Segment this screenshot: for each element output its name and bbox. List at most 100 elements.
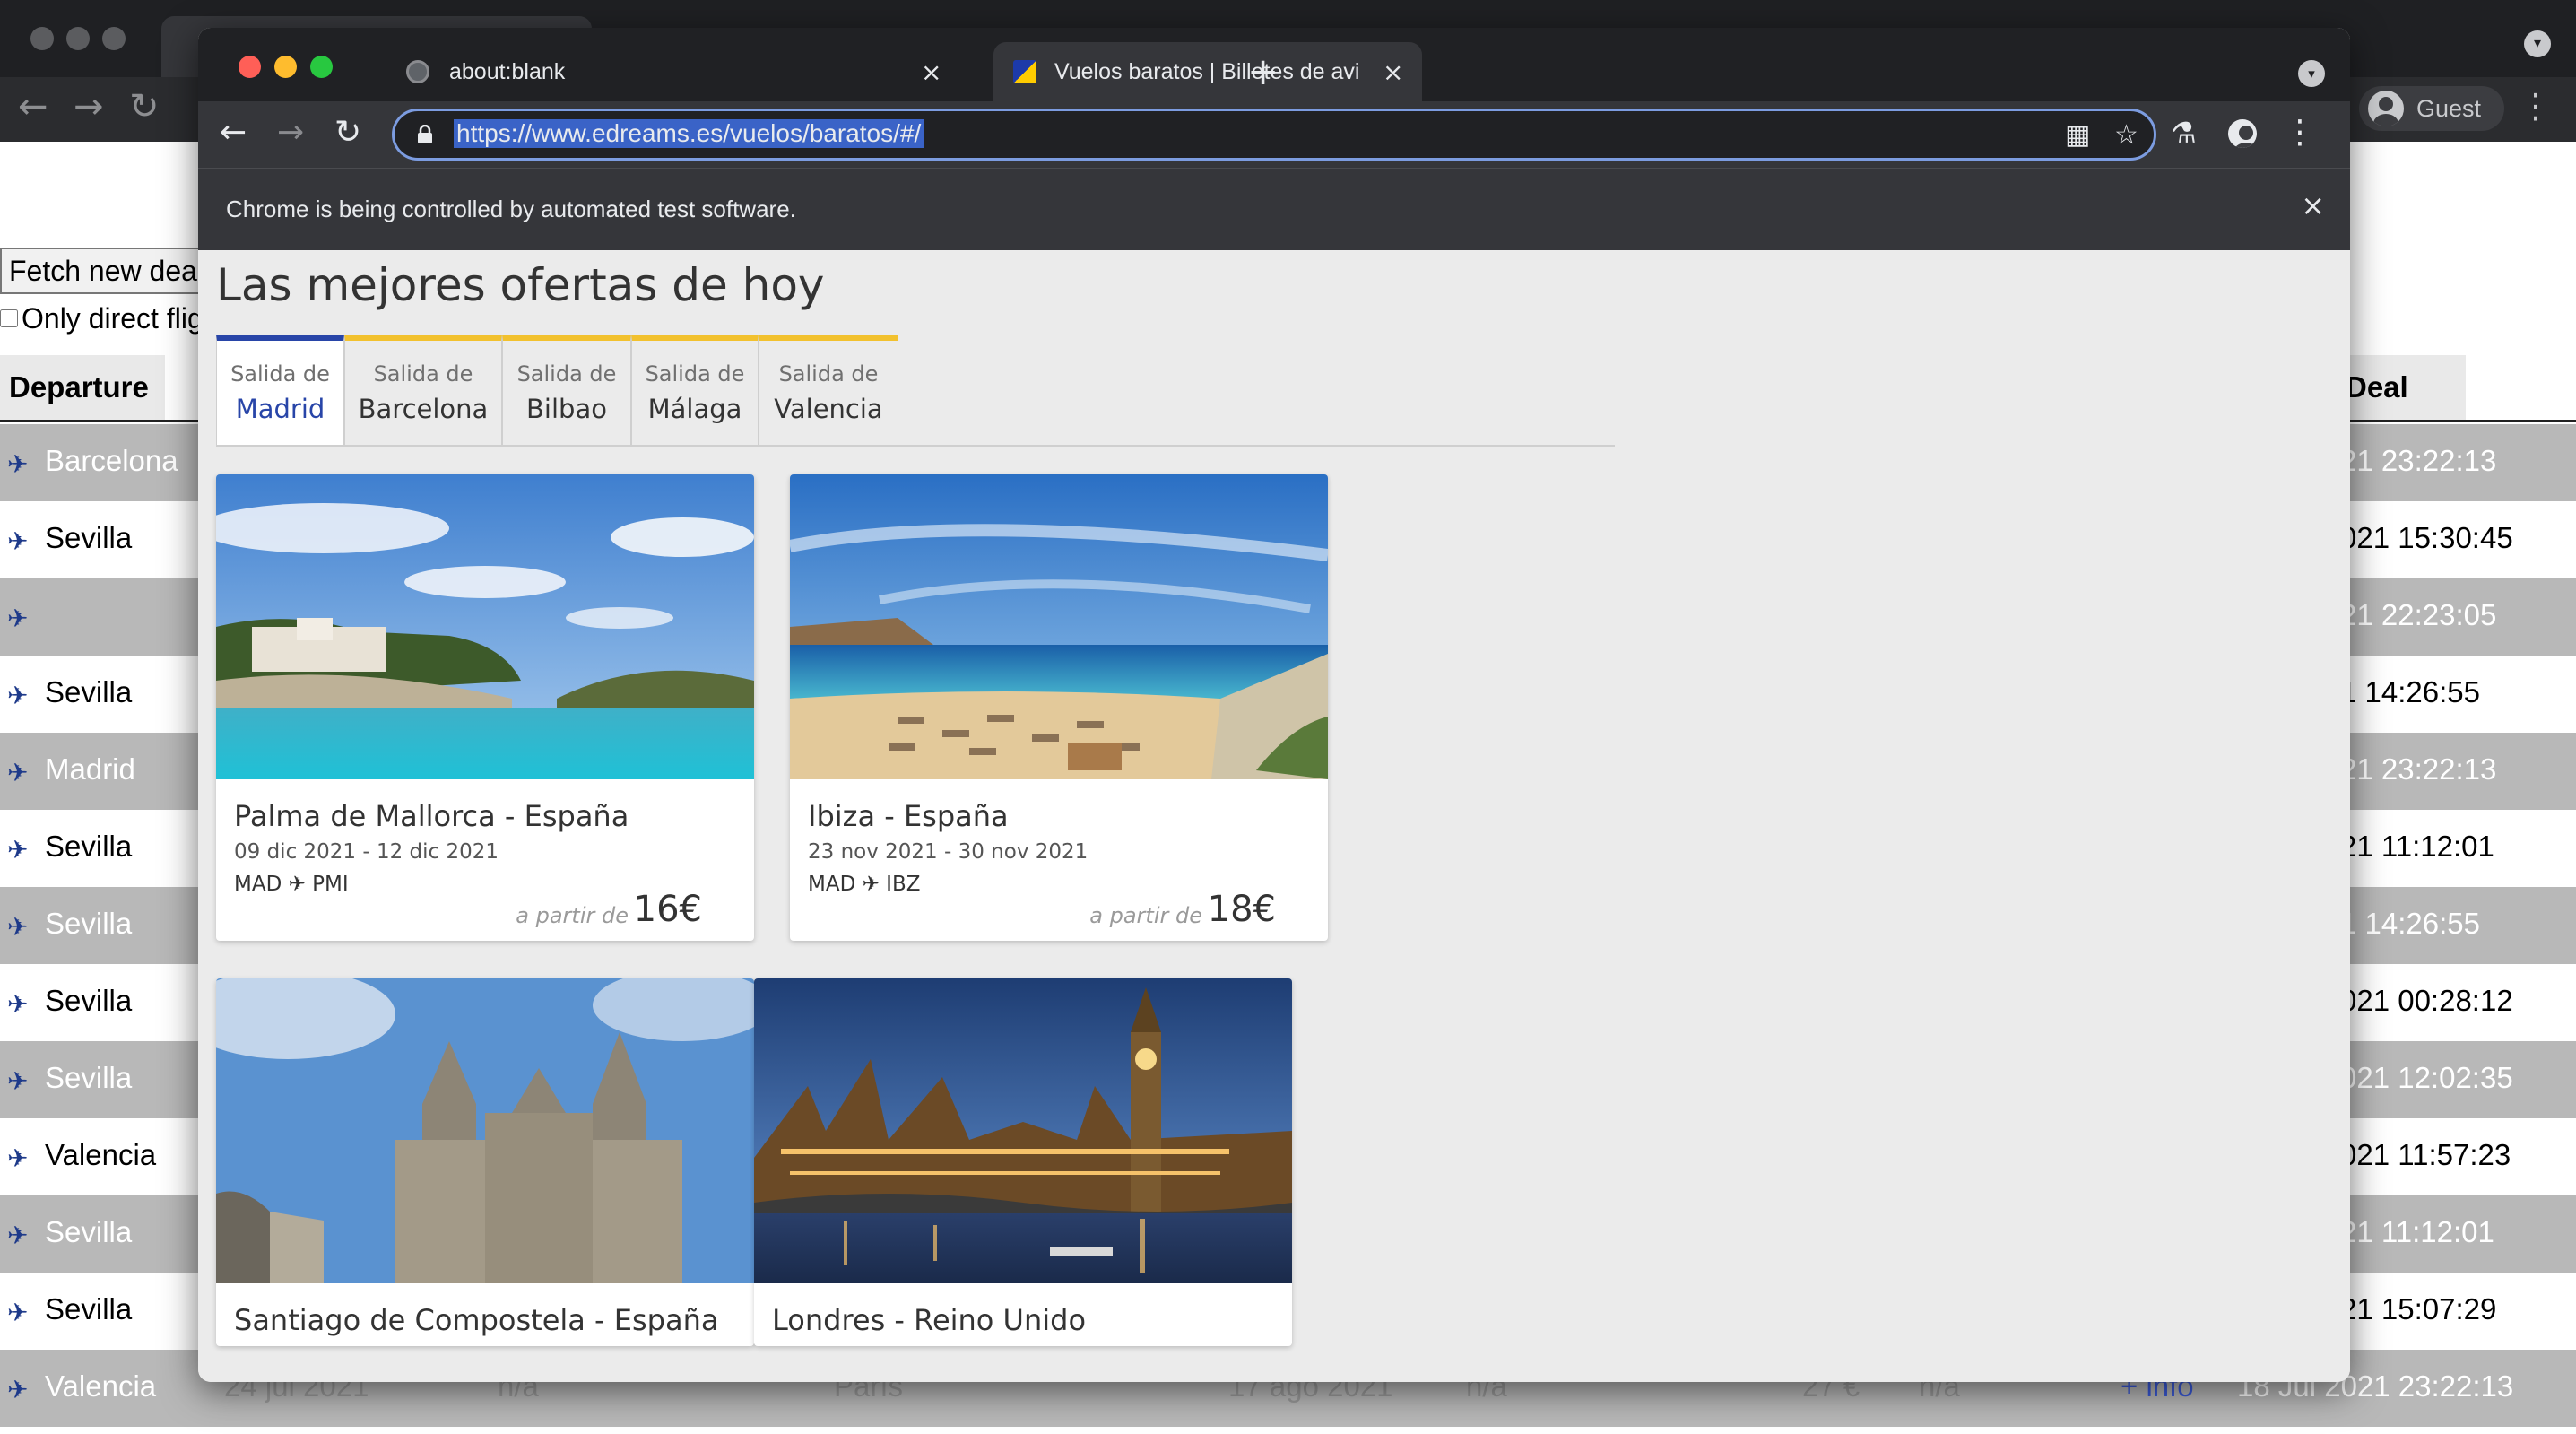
chrome-window: about:blank × Vuelos baratos | Billetes … — [198, 28, 2350, 1382]
deal-timestamp: 1 14:26:55 — [2340, 675, 2480, 708]
url-text[interactable]: https://www.edreams.es/vuelos/baratos/#/ — [454, 119, 924, 148]
browser-toolbar: ← → ↻ https://www.edreams.es/vuelos/bara… — [198, 101, 2350, 168]
deal-destination[interactable]: Palma de Mallorca - España — [234, 799, 629, 833]
zoom-window-light[interactable] — [310, 56, 333, 78]
tab-prefix: Salida de — [778, 361, 879, 387]
deal-timestamp: 021 12:02:35 — [2340, 1061, 2513, 1094]
tab-search-icon[interactable]: ▾ — [2298, 60, 2325, 87]
tab-prefix: Salida de — [373, 361, 473, 387]
menu-dots-icon[interactable]: ⋮ — [2519, 86, 2553, 126]
back-icon[interactable]: ← — [18, 86, 48, 127]
tab-valencia[interactable]: Salida de Valencia — [759, 335, 898, 446]
only-direct-flights-checkbox[interactable]: Only direct flig — [0, 298, 204, 339]
profile-icon[interactable] — [2228, 119, 2257, 148]
edreams-favicon-icon — [1013, 60, 1036, 83]
deal-route: MAD ✈ IBZ — [808, 873, 921, 896]
deal-timestamp: 21 23:22:13 — [2340, 444, 2497, 477]
departure-city: Valencia — [45, 1369, 157, 1403]
plane-icon: ✈ — [7, 1143, 29, 1173]
tab-about-blank[interactable]: about:blank × — [386, 42, 978, 101]
tab-title: Vuelos baratos | Billetes de avi — [1054, 58, 1360, 84]
tab-prefix: Salida de — [230, 361, 330, 387]
tab-prefix: Salida de — [645, 361, 745, 387]
palma-photo — [216, 474, 754, 779]
infobar-close-icon[interactable]: × — [2301, 188, 2325, 222]
tab-madrid[interactable]: Salida de Madrid — [216, 335, 344, 446]
deal-timestamp: 21 11:12:01 — [2340, 830, 2494, 863]
forward-icon[interactable]: → — [277, 114, 304, 151]
deal-dates: 23 nov 2021 - 30 nov 2021 — [808, 840, 1089, 864]
bg-close-light[interactable] — [30, 27, 54, 50]
column-header-deal[interactable]: Deal — [2340, 355, 2466, 420]
plane-icon: ✈ — [7, 526, 29, 556]
deal-price: 16€ — [633, 889, 702, 930]
tab-barcelona[interactable]: Salida de Barcelona — [344, 335, 502, 446]
chrome-menu-icon[interactable]: ⋮ — [2284, 114, 2316, 151]
qr-code-icon[interactable]: ▦ — [2065, 119, 2090, 151]
ibiza-photo — [790, 474, 1328, 779]
tab-city: Málaga — [647, 394, 742, 424]
close-window-light[interactable] — [239, 56, 261, 78]
reload-icon[interactable]: ↻ — [334, 114, 361, 151]
reload-icon[interactable]: ↻ — [129, 86, 160, 127]
tab-city: Bilbao — [526, 394, 607, 424]
tabs-divider — [216, 445, 1615, 447]
plane-icon: ✈ — [7, 1375, 29, 1404]
tab-city: Valencia — [774, 394, 883, 424]
deal-timestamp: 021 15:30:45 — [2340, 521, 2513, 554]
departure-city-tabs: Salida de Madrid Salida de Barcelona Sal… — [216, 335, 898, 446]
forward-icon[interactable]: → — [74, 86, 104, 127]
tab-search-icon[interactable]: ▾ — [2524, 30, 2551, 57]
departure-city: Valencia — [45, 1138, 157, 1171]
tab-title: about:blank — [449, 58, 566, 84]
departure-city: Sevilla — [45, 907, 133, 940]
departure-city: Sevilla — [45, 830, 133, 863]
bookmark-star-icon[interactable]: ☆ — [2114, 119, 2138, 151]
deal-timestamp: 021 11:57:23 — [2340, 1138, 2511, 1171]
address-bar[interactable]: https://www.edreams.es/vuelos/baratos/#/… — [392, 109, 2156, 161]
plane-icon: ✈ — [7, 912, 29, 942]
tab-close-icon[interactable]: × — [1383, 57, 1403, 87]
deal-card-palma[interactable]: Palma de Mallorca - España 09 dic 2021 -… — [216, 474, 754, 941]
bg-zoom-light[interactable] — [102, 27, 126, 50]
tab-close-icon[interactable]: × — [921, 57, 941, 87]
globe-icon — [406, 60, 429, 83]
deal-timestamp: 021 00:28:12 — [2340, 984, 2513, 1017]
price-prefix: a partir de — [516, 903, 629, 928]
deal-card-santiago[interactable]: Santiago de Compostela - España — [216, 978, 754, 1346]
tab-city: Barcelona — [358, 394, 489, 424]
deal-timestamp: 21 11:12:01 — [2340, 1215, 2494, 1248]
deal-destination[interactable]: Ibiza - España — [808, 799, 1009, 833]
guest-profile-button[interactable]: Guest — [2358, 86, 2504, 131]
labs-flask-icon[interactable]: ⚗ — [2171, 116, 2197, 150]
minimize-window-light[interactable] — [274, 56, 297, 78]
tab-bilbao[interactable]: Salida de Bilbao — [502, 335, 631, 446]
plane-icon: ✈ — [7, 989, 29, 1019]
page-title: Las mejores ofertas de hoy — [216, 259, 825, 311]
deal-destination[interactable]: Londres - Reino Unido — [772, 1303, 1086, 1337]
lock-icon[interactable] — [416, 125, 434, 144]
new-tab-icon[interactable]: + — [1247, 49, 1279, 93]
departure-city: Madrid — [45, 752, 135, 786]
deal-timestamp: 21 15:07:29 — [2340, 1292, 2497, 1325]
deal-timestamp: 21 23:22:13 — [2340, 752, 2497, 786]
deal-destination[interactable]: Santiago de Compostela - España — [234, 1303, 718, 1337]
deal-price: 18€ — [1207, 889, 1276, 930]
back-icon[interactable]: ← — [220, 114, 247, 151]
departure-city: Sevilla — [45, 1215, 133, 1248]
londres-photo — [754, 978, 1292, 1283]
deal-dates: 09 dic 2021 - 12 dic 2021 — [234, 840, 499, 864]
deal-route: MAD ✈ PMI — [234, 873, 349, 896]
deal-card-ibiza[interactable]: Ibiza - España 23 nov 2021 - 30 nov 2021… — [790, 474, 1328, 941]
automation-infobar: Chrome is being controlled by automated … — [198, 168, 2350, 250]
tab-strip: about:blank × Vuelos baratos | Billetes … — [198, 28, 2350, 101]
tab-edreams[interactable]: Vuelos baratos | Billetes de avi × — [993, 42, 1422, 101]
bg-minimize-light[interactable] — [66, 27, 90, 50]
deal-card-londres[interactable]: Londres - Reino Unido — [754, 978, 1292, 1346]
column-header-departure[interactable]: Departure — [0, 355, 165, 420]
price-prefix: a partir de — [1089, 903, 1202, 928]
infobar-text: Chrome is being controlled by automated … — [226, 196, 796, 222]
direct-checkbox-input[interactable] — [0, 309, 18, 327]
tab-malaga[interactable]: Salida de Málaga — [631, 335, 759, 446]
departure-city: Sevilla — [45, 1061, 133, 1094]
